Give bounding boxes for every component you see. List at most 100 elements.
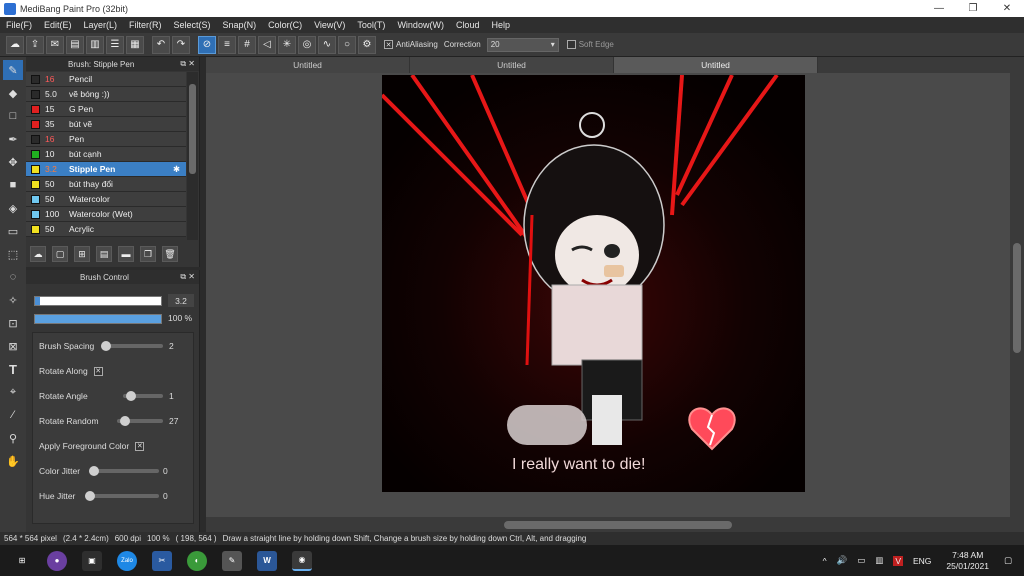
divide-tool-icon[interactable]: ⁄ <box>3 405 23 425</box>
hand-tool-icon[interactable]: ✋ <box>3 451 23 471</box>
brush-tool-icon[interactable]: ✎ <box>3 60 23 80</box>
apply-fg-checkbox[interactable]: ✕ <box>135 441 145 451</box>
redo-icon[interactable]: ↷ <box>172 35 190 54</box>
eyedropper-tool-icon[interactable]: ⚲ <box>3 428 23 448</box>
vanish-snap-icon[interactable]: ◁ <box>258 35 276 54</box>
circle-snap-icon[interactable]: ○ <box>338 35 356 54</box>
chevron-up-icon[interactable]: ^ <box>823 556 827 566</box>
curve-snap-icon[interactable]: ∿ <box>318 35 336 54</box>
folder-icon[interactable]: ▬ <box>118 246 134 262</box>
brush-list-scrollbar[interactable] <box>187 72 198 240</box>
brush-item[interactable]: 15 G Pen <box>26 102 186 117</box>
snap-off-icon[interactable]: ⊘ <box>198 35 216 54</box>
brush-settings-gear-icon[interactable]: ✱ <box>173 164 180 175</box>
softedge-toggle[interactable]: Soft Edge <box>566 40 614 49</box>
tab-untitled-2[interactable]: Untitled <box>410 57 614 73</box>
shield-icon[interactable]: ▥ <box>875 555 883 566</box>
text-tool-icon[interactable]: T <box>3 359 23 379</box>
new-brush-icon[interactable]: ▢ <box>52 246 68 262</box>
cross-snap-icon[interactable]: # <box>238 35 256 54</box>
rotate-random-slider[interactable] <box>117 416 163 426</box>
dot-tool-icon[interactable]: □ <box>3 106 23 126</box>
brush-item[interactable]: 35 bút vẽ <box>26 117 186 132</box>
correction-select[interactable]: 20 ▾ <box>486 37 559 52</box>
antialiasing-toggle[interactable]: ✕ AntiAliasing <box>384 40 438 49</box>
browser-icon[interactable]: ● <box>47 550 67 571</box>
lasso-tool-icon[interactable]: ◌ <box>3 267 23 287</box>
select-tool-icon[interactable]: ⬚ <box>3 244 23 264</box>
brush-item[interactable]: 16 Pencil <box>26 72 186 87</box>
menu-file[interactable]: File(F) <box>0 20 38 30</box>
scrollbar-thumb[interactable] <box>1013 243 1021 353</box>
fill-tool-icon[interactable]: ◈ <box>3 198 23 218</box>
radial-snap-icon[interactable]: ✳ <box>278 35 296 54</box>
brush-size-value[interactable]: 3.2 <box>168 294 194 307</box>
menu-tool[interactable]: Tool(T) <box>351 20 391 30</box>
menu-view[interactable]: View(V) <box>308 20 351 30</box>
antivirus-icon[interactable]: V <box>893 555 903 566</box>
slider-knob[interactable] <box>120 416 130 426</box>
menu-cloud[interactable]: Cloud <box>450 20 486 30</box>
scrollbar-thumb[interactable] <box>189 84 196 174</box>
brush-item[interactable]: 50 bút thay đổi <box>26 177 186 192</box>
add-brush-icon[interactable]: ⊞ <box>74 246 90 262</box>
brush-size-bar[interactable] <box>34 296 162 306</box>
pen-tool-icon[interactable]: ✒ <box>3 129 23 149</box>
panel-close-icon[interactable]: ✕ <box>188 59 195 68</box>
brush-item[interactable]: 16 Pen <box>26 132 186 147</box>
menu-filter[interactable]: Filter(R) <box>123 20 168 30</box>
maximize-button[interactable]: ❐ <box>956 0 990 17</box>
brush-item[interactable]: 10 bút cạnh <box>26 147 186 162</box>
horizontal-scrollbar[interactable] <box>206 517 1024 532</box>
document-icon[interactable]: ▥ <box>86 35 104 54</box>
menu-help[interactable]: Help <box>485 20 516 30</box>
menu-snap[interactable]: Snap(N) <box>217 20 263 30</box>
language-indicator[interactable]: ENG <box>913 556 931 566</box>
brush-item[interactable]: 3.2 Stipple Pen ✱ <box>26 162 186 177</box>
snip-icon[interactable]: ✂ <box>152 550 172 571</box>
brush-item[interactable]: 100 Watercolor (Wet) <box>26 207 186 222</box>
operation-tool-icon[interactable]: ⌖ <box>3 382 23 402</box>
brush-item[interactable]: 50 Acrylic <box>26 222 186 237</box>
minimize-button[interactable]: — <box>922 0 956 17</box>
popout-icon[interactable]: ⧉ <box>180 272 186 281</box>
menu-layer[interactable]: Layer(L) <box>78 20 124 30</box>
list-icon[interactable]: ☰ <box>106 35 124 54</box>
share-icon[interactable]: ⇪ <box>26 35 44 54</box>
popout-icon[interactable]: ⧉ <box>180 59 186 68</box>
opacity-bar[interactable] <box>34 314 162 324</box>
volume-icon[interactable]: 🔊 <box>837 555 848 566</box>
concentric-snap-icon[interactable]: ◎ <box>298 35 316 54</box>
color-jitter-slider[interactable] <box>89 466 159 476</box>
rotate-angle-slider[interactable] <box>123 391 163 401</box>
gradient-tool-icon[interactable]: ▭ <box>3 221 23 241</box>
paint-app-icon[interactable]: ✎ <box>222 550 242 571</box>
brush-item[interactable]: 50 Watercolor <box>26 192 186 207</box>
parallel-snap-icon[interactable]: ≡ <box>218 35 236 54</box>
clock[interactable]: 7:48 AM 25/01/2021 <box>946 550 989 572</box>
duplicate-icon[interactable]: ❐ <box>140 246 156 262</box>
rotate-along-checkbox[interactable]: ✕ <box>93 366 103 376</box>
settings-icon[interactable]: ⚙ <box>358 35 376 54</box>
select-pen-tool-icon[interactable]: ⊡ <box>3 313 23 333</box>
cloud-icon[interactable]: ☁ <box>6 35 24 54</box>
select-eraser-tool-icon[interactable]: ⊠ <box>3 336 23 356</box>
windows-start-icon[interactable]: ⊞ <box>12 551 32 571</box>
store-icon[interactable]: ▣ <box>82 550 102 571</box>
menu-edit[interactable]: Edit(E) <box>38 20 78 30</box>
menu-window[interactable]: Window(W) <box>391 20 450 30</box>
panel-close-icon[interactable]: ✕ <box>188 272 195 281</box>
eraser-tool-icon[interactable]: ◆ <box>3 83 23 103</box>
brush-settings-icon[interactable]: ▤ <box>96 246 112 262</box>
tab-untitled-1[interactable]: Untitled <box>206 57 410 73</box>
tab-untitled-3[interactable]: Untitled <box>614 57 818 73</box>
menu-color[interactable]: Color(C) <box>262 20 308 30</box>
word-icon[interactable]: W <box>257 550 277 571</box>
vertical-scrollbar[interactable] <box>1010 73 1024 517</box>
cloud-brush-icon[interactable]: ☁ <box>30 246 46 262</box>
undo-icon[interactable]: ↶ <box>152 35 170 54</box>
close-button[interactable]: ✕ <box>990 0 1024 17</box>
softedge-checkbox[interactable] <box>566 40 576 49</box>
antialiasing-checkbox[interactable]: ✕ <box>384 40 393 49</box>
grid-icon[interactable]: ▦ <box>126 35 144 54</box>
